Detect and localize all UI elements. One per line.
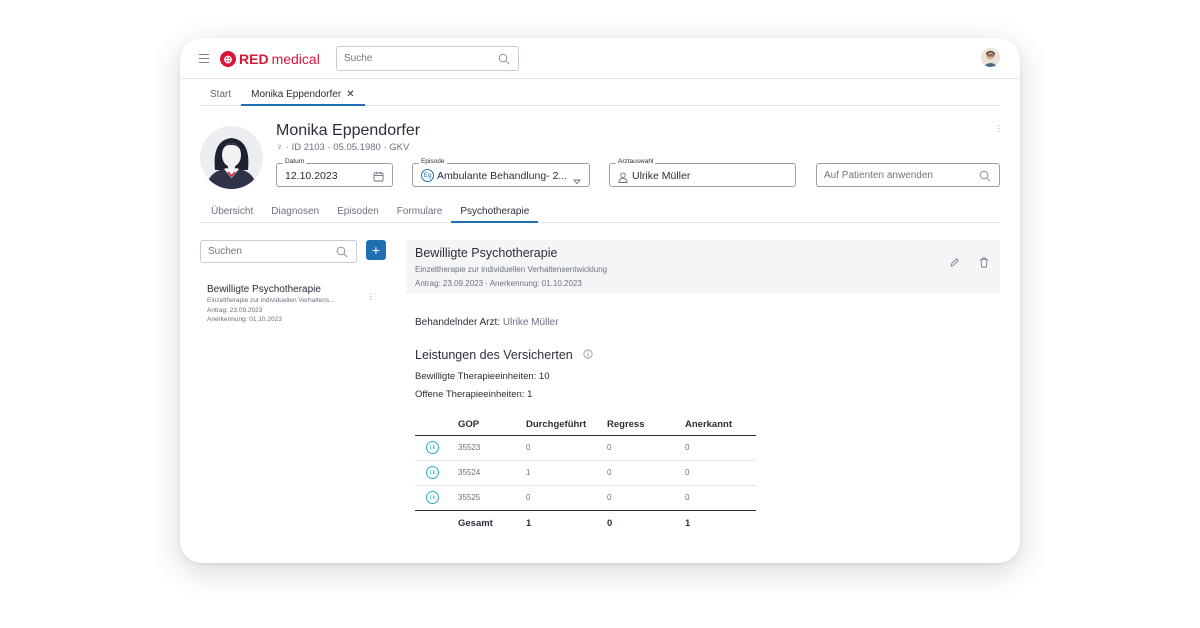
search-input[interactable] [337, 47, 487, 70]
episode-select[interactable]: Episode Eg Ambulante Behandlung- 2... [412, 158, 590, 190]
logo-red-text: RED [239, 51, 269, 67]
cell-durchgefuehrt: 0 [526, 435, 607, 461]
pencil-icon[interactable] [949, 255, 960, 273]
tab-psychotherapie[interactable]: Psychotherapie [451, 203, 539, 223]
doctor-select-value: Ulrike Müller [632, 170, 691, 182]
detail-title: Bewilligte Psychotherapie [415, 246, 558, 260]
header-anerkannt: Anerkannt [685, 414, 756, 436]
services-heading: Leistungen des Versicherten [415, 348, 593, 362]
tab-diagnosen[interactable]: Diagnosen [262, 203, 328, 223]
total-durchgefuehrt: 1 [526, 509, 607, 536]
menu-icon[interactable] [199, 54, 209, 63]
treating-doctor: Behandelnder Arzt: Ulrike Müller [415, 317, 558, 328]
detail-dates: Antrag: 23.09.2023 · Anerkennung: 01.10.… [415, 279, 582, 288]
open-units: Offene Therapieeinheiten: 1 [415, 389, 533, 400]
patient-meta: ♀ · ID 2103 · 05.05.1980 · GKV [276, 142, 410, 153]
cell-regress: 0 [607, 460, 685, 486]
table-row: Lk 35523 0 0 0 [415, 435, 756, 461]
tab-label: Monika Eppendorfer [251, 89, 342, 100]
lk-badge-icon: Lk [426, 491, 439, 504]
total-anerkannt: 1 [685, 509, 756, 536]
date-value: 12.10.2023 [285, 170, 338, 182]
list-item[interactable]: Bewilligte Psychotherapie Einzeltherapie… [200, 284, 380, 323]
cell-gop: 35523 [458, 435, 526, 461]
treating-doctor-label: Behandelnder Arzt: [415, 317, 501, 328]
cell-durchgefuehrt: 1 [526, 460, 607, 486]
cell-regress: 0 [607, 493, 612, 502]
section-tabs: Übersicht Diagnosen Episoden Formulare P… [200, 203, 1000, 223]
table-row: Lk 35525 0 0 0 [415, 485, 756, 510]
logo-medical-text: medical [271, 51, 320, 67]
tab-formulare[interactable]: Formulare [388, 203, 452, 223]
search-icon[interactable] [979, 169, 991, 187]
header-regress: Regress [607, 414, 685, 436]
tab-start[interactable]: Start [200, 84, 241, 106]
cell-gop: 35524 [458, 460, 526, 486]
tab-label: Start [210, 89, 232, 100]
lk-badge-icon: Lk [426, 466, 439, 479]
total-regress: 0 [607, 509, 685, 536]
sidebar-search-input[interactable] [201, 241, 331, 262]
episode-label: Episode [419, 158, 447, 165]
treating-doctor-value: Ulrike Müller [502, 317, 559, 328]
cell-durchgefuehrt: 0 [526, 493, 531, 502]
list-item-anerkennung: Anerkennung: 01.10.2023 [207, 316, 282, 323]
doctor-select-label: Arztauswahl [616, 158, 656, 165]
episode-value: Ambulante Behandlung- 2... [437, 170, 568, 182]
list-item-title: Bewilligte Psychotherapie [207, 284, 321, 295]
tab-uebersicht[interactable]: Übersicht [200, 203, 262, 223]
approved-units: Bewilligte Therapieeinheiten: 10 [415, 371, 550, 382]
logo[interactable]: ⊕ RED medical [220, 50, 320, 68]
cell-anerkannt: 0 [685, 493, 690, 502]
cell-gop: 35525 [458, 493, 481, 502]
more-options-icon[interactable]: · · · [997, 122, 1000, 136]
table-total-row: Gesamt 1 0 1 [415, 509, 756, 536]
chevron-down-icon[interactable] [573, 172, 581, 190]
list-item-antrag: Antrag: 23.09.2023 [207, 307, 263, 314]
more-options-icon[interactable]: · · · [369, 290, 372, 304]
detail-header: Bewilligte Psychotherapie Einzeltherapie… [406, 240, 1000, 294]
user-avatar[interactable] [981, 48, 1000, 67]
total-label: Gesamt [458, 509, 526, 536]
services-title: Leistungen des Versicherten [415, 348, 573, 362]
date-label: Datum [283, 158, 307, 165]
detail-subtitle: Einzeltherapie zur individuellen Verhalt… [415, 265, 608, 274]
date-field[interactable]: Datum 12.10.2023 [276, 158, 393, 187]
trash-icon[interactable] [979, 255, 989, 273]
lk-badge-icon: Lk [426, 441, 439, 454]
apply-to-patient-input[interactable] [817, 164, 977, 186]
person-icon [618, 170, 628, 188]
patient-name: Monika Eppendorfer [276, 122, 421, 139]
header-durchgefuehrt: Durchgeführt [526, 414, 607, 436]
close-icon[interactable]: ✕ [346, 89, 354, 100]
add-button[interactable]: + [366, 240, 386, 260]
search-icon[interactable] [498, 52, 510, 70]
header-badge [415, 414, 458, 436]
cell-anerkannt: 0 [685, 435, 756, 461]
global-search[interactable] [336, 46, 519, 71]
gop-table: GOP Durchgeführt Regress Anerkannt Lk 35… [415, 414, 756, 536]
search-icon[interactable] [336, 245, 348, 263]
cell-regress: 0 [607, 435, 685, 461]
table-row: Lk 35524 1 0 0 [415, 460, 756, 486]
calendar-icon[interactable] [373, 169, 384, 187]
apply-to-patient-field[interactable] [816, 163, 1000, 187]
list-item-subtitle: Einzeltherapie zur individuellen Verhalt… [207, 297, 335, 304]
tab-episoden[interactable]: Episoden [328, 203, 388, 223]
patient-tabs: Start Monika Eppendorfer ✕ [200, 84, 1000, 106]
header-gop: GOP [458, 414, 526, 436]
top-bar: ⊕ RED medical [180, 38, 1020, 79]
tab-patient[interactable]: Monika Eppendorfer ✕ [241, 84, 365, 106]
doctor-select[interactable]: Arztauswahl Ulrike Müller [609, 158, 796, 188]
logo-mark-icon: ⊕ [220, 51, 236, 67]
cell-anerkannt: 0 [685, 460, 756, 486]
episode-badge: Eg [421, 169, 434, 182]
app-window: ⊕ RED medical Start Monika Eppendorfer ✕ [180, 38, 1020, 563]
patient-avatar [200, 126, 263, 189]
info-icon[interactable] [583, 348, 593, 362]
sidebar-search[interactable] [200, 240, 357, 263]
table-header-row: GOP Durchgeführt Regress Anerkannt [415, 414, 756, 436]
